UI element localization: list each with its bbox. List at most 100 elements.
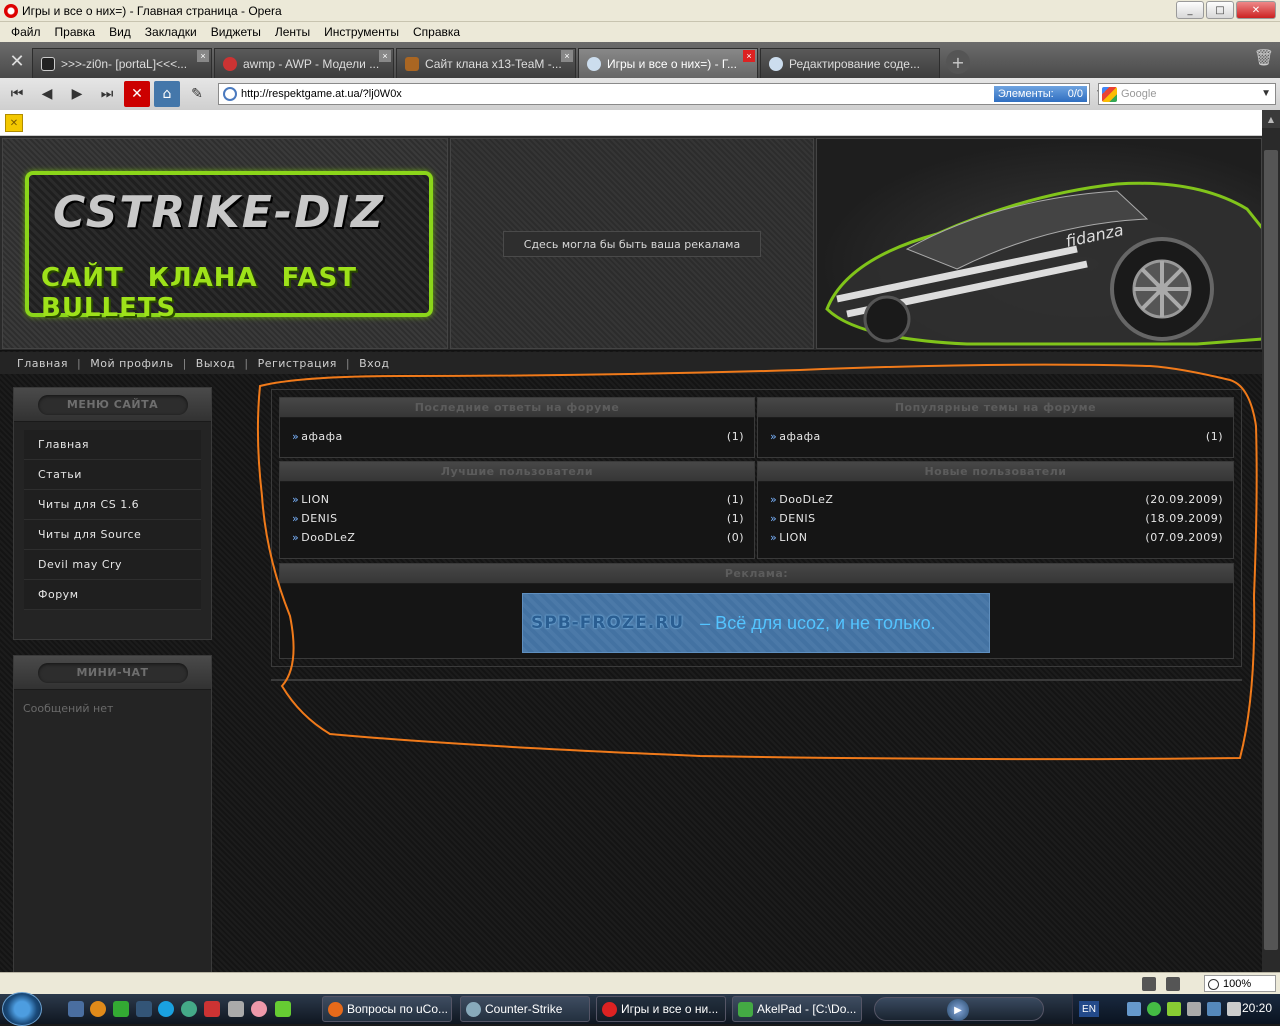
tray-icon-drive[interactable]	[1187, 1002, 1201, 1016]
nav-login[interactable]: Вход	[359, 357, 389, 370]
sidebar-item-cheats-source[interactable]: Читы для Source	[24, 520, 201, 550]
logo-panel: CSTRIKE-DIZ САЙТ КЛАНА FAST BULLETS	[2, 138, 448, 349]
maximize-button[interactable]: □	[1206, 1, 1234, 19]
network-icon[interactable]	[1127, 1002, 1141, 1016]
tab-2[interactable]: awmp - AWP - Модели ... ×	[214, 48, 394, 78]
start-button[interactable]	[2, 992, 42, 1026]
panel-toggle-icon[interactable]	[1142, 977, 1156, 991]
tab-close-icon[interactable]: ×	[561, 50, 573, 62]
menu-feeds[interactable]: Ленты	[268, 25, 317, 39]
window-controls: _ □ ✕	[1176, 1, 1276, 19]
language-indicator[interactable]: EN	[1079, 1001, 1099, 1017]
list-item[interactable]: DENIS(1)	[280, 509, 754, 528]
tools-panel-icon[interactable]: ✕	[2, 44, 32, 78]
scroll-up-icon[interactable]: ▲	[1262, 110, 1280, 128]
rewind-button[interactable]: ⏮	[4, 81, 30, 107]
list-item[interactable]: DooDLeZ(0)	[280, 528, 754, 547]
site-logo[interactable]: CSTRIKE-DIZ САЙТ КЛАНА FAST BULLETS	[25, 171, 433, 323]
google-icon[interactable]	[1102, 87, 1117, 102]
list-item[interactable]: DENIS(18.09.2009)	[758, 509, 1233, 528]
close-button[interactable]: ✕	[1236, 1, 1276, 19]
app-icon-green[interactable]	[113, 1001, 129, 1017]
tab-1[interactable]: >>>-zi0n- [portaL]<<<... ×	[32, 48, 212, 78]
edit-pencil-icon[interactable]: ✎	[184, 81, 210, 107]
window-titlebar: Игры и все о них=) - Главная страница - …	[0, 0, 1280, 22]
ad-placeholder[interactable]: Сдесь могла бы быть ваша рекалама	[503, 231, 761, 257]
zoom-level[interactable]: 100%	[1204, 975, 1276, 992]
forward-button[interactable]: ▶	[64, 81, 90, 107]
close-panel-icon[interactable]: ✕	[5, 114, 23, 132]
sidebar-item-articles[interactable]: Статьи	[24, 460, 201, 490]
stop-button[interactable]: ✕	[124, 81, 150, 107]
sidebar-item-home[interactable]: Главная	[24, 430, 201, 460]
tray-icon-leaf[interactable]	[1167, 1002, 1181, 1016]
info-bar: ✕	[0, 110, 1262, 136]
skype-icon[interactable]	[158, 1001, 174, 1017]
ad-banner[interactable]: SPB-FROZE.RU – Всё для ucoz, и не только…	[522, 593, 990, 653]
taskbar-item-opera[interactable]: Игры и все о ни...	[596, 996, 726, 1022]
content-blocker-indicator[interactable]: Элементы: 0/0	[993, 86, 1087, 102]
address-field[interactable]: http://respektgame.at.ua/?lj0W0x Элемент…	[218, 83, 1105, 105]
site-menu-header: МЕНЮ САЙТА	[14, 388, 211, 422]
list-item[interactable]: LION(07.09.2009)	[758, 528, 1233, 547]
taskbar-item-steam[interactable]: Counter-Strike	[460, 996, 590, 1022]
menu-help[interactable]: Справка	[406, 25, 467, 39]
tab-3[interactable]: Сайт клана x13-TeaM -... ×	[396, 48, 576, 78]
tray-icon-green[interactable]	[1147, 1002, 1161, 1016]
menu-widgets[interactable]: Виджеты	[204, 25, 268, 39]
taskbar-item-firefox[interactable]: Вопросы по uCo...	[322, 996, 452, 1022]
tab-close-icon[interactable]: ×	[379, 50, 391, 62]
fast-forward-button[interactable]: ⏭	[94, 81, 120, 107]
menu-view[interactable]: Вид	[102, 25, 138, 39]
scroll-thumb[interactable]	[1264, 150, 1278, 950]
app-icon-blue[interactable]	[136, 1001, 152, 1017]
camera-icon[interactable]	[1166, 977, 1180, 991]
trash-icon[interactable]: 🗑	[1254, 48, 1274, 67]
new-tab-button[interactable]: +	[946, 50, 970, 74]
menu-file[interactable]: Файл	[4, 25, 48, 39]
nav-register[interactable]: Регистрация	[258, 357, 337, 370]
tray-icon-app[interactable]	[1207, 1002, 1221, 1016]
chevron-down-icon[interactable]: ▼	[1261, 88, 1271, 99]
app-icon-globe[interactable]	[181, 1001, 197, 1017]
list-item[interactable]: DooDLeZ(20.09.2009)	[758, 490, 1233, 509]
nav-logout[interactable]: Выход	[196, 357, 236, 370]
sidebar-item-forum[interactable]: Форум	[24, 580, 201, 610]
menu-edit[interactable]: Правка	[48, 25, 103, 39]
play-icon[interactable]: ▶	[947, 999, 969, 1021]
home-button[interactable]: ⌂	[154, 81, 180, 107]
nav-profile[interactable]: Мой профиль	[90, 357, 173, 370]
app-icon-gear[interactable]	[228, 1001, 244, 1017]
tab-4[interactable]: Игры и все о них=) - Г... ×	[578, 48, 758, 78]
app-icon-red[interactable]	[204, 1001, 220, 1017]
app-icon-search[interactable]	[251, 1001, 267, 1017]
list-item[interactable]: афафа(1)	[758, 427, 1233, 446]
tab-5[interactable]: Редактирование соде...	[760, 48, 940, 78]
nav-home[interactable]: Главная	[17, 357, 68, 370]
tab-close-icon[interactable]: ×	[197, 50, 209, 62]
block-title: Последние ответы на форуме	[280, 398, 754, 418]
vertical-scrollbar[interactable]: ▲	[1262, 110, 1280, 972]
show-desktop-icon[interactable]	[68, 1001, 84, 1017]
volume-icon[interactable]	[1227, 1002, 1241, 1016]
info-icon[interactable]	[90, 1001, 106, 1017]
taskbar-item-akelpad[interactable]: AkelPad - [C:\Do...	[732, 996, 862, 1022]
menu-tools[interactable]: Инструменты	[317, 25, 406, 39]
tab-bar: ✕ >>>-zi0n- [portaL]<<<... × awmp - AWP …	[0, 42, 1280, 78]
block-title: Новые пользователи	[758, 462, 1233, 482]
sidebar-item-devil-may-cry[interactable]: Devil may Cry	[24, 550, 201, 580]
menu-bookmarks[interactable]: Закладки	[138, 25, 204, 39]
search-field[interactable]: Google ▼	[1098, 83, 1276, 105]
app-icon-butterfly[interactable]	[275, 1001, 291, 1017]
clan-site-icon	[405, 56, 419, 71]
minimize-button[interactable]: _	[1176, 1, 1204, 19]
list-item[interactable]: LION(1)	[280, 490, 754, 509]
web-page: CSTRIKE-DIZ САЙТ КЛАНА FAST BULLETS Сдес…	[0, 136, 1262, 972]
tab-close-icon[interactable]: ×	[743, 50, 755, 62]
back-button[interactable]: ◀	[34, 81, 60, 107]
block-title: Лучшие пользователи	[280, 462, 754, 482]
site-info-icon[interactable]	[223, 87, 237, 101]
sidebar-item-cheats-cs16[interactable]: Читы для CS 1.6	[24, 490, 201, 520]
list-item[interactable]: афафа(1)	[280, 427, 754, 446]
ucoz-icon	[769, 56, 783, 71]
